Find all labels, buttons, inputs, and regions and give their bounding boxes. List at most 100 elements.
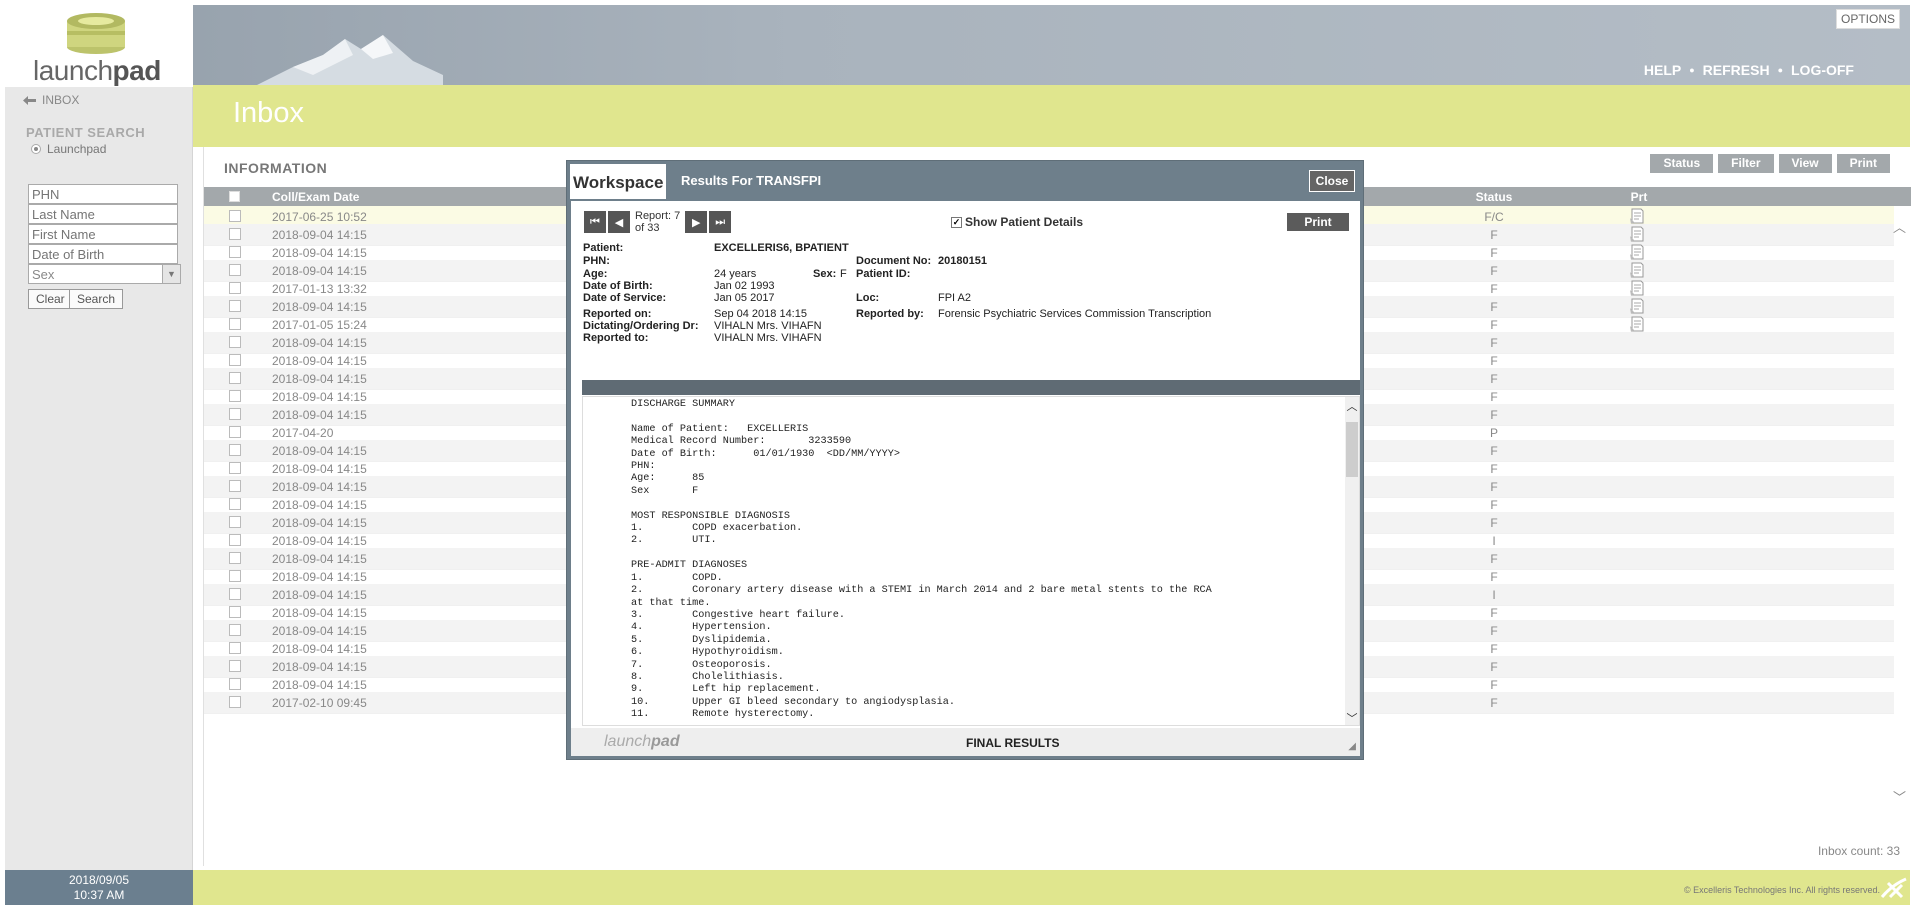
logoff-link[interactable]: LOG-OFF [1791,62,1854,78]
row-checkbox[interactable] [229,444,241,456]
cell-status: F [1490,678,1498,692]
row-checkbox[interactable] [229,624,241,636]
report-text: DISCHARGE SUMMARY Name of Patient: EXCEL… [631,399,1212,721]
dialog-print-button[interactable]: Print [1287,213,1349,231]
checkbox-checked-icon[interactable]: ✓ [951,216,962,228]
mountain-banner-image [257,35,443,85]
cell-date: 2018-09-04 14:15 [272,264,367,278]
view-button[interactable]: View [1778,154,1832,173]
column-header-prt[interactable]: Prt [1609,190,1669,204]
cell-status: F [1490,246,1498,260]
cell-date: 2018-09-04 14:15 [272,354,367,368]
row-checkbox[interactable] [229,570,241,582]
refresh-link[interactable]: REFRESH [1703,62,1770,78]
row-checkbox[interactable] [229,300,241,312]
row-checkbox[interactable] [229,516,241,528]
filter-button[interactable]: Filter [1718,154,1774,173]
row-checkbox[interactable] [229,390,241,402]
row-checkbox[interactable] [229,606,241,618]
row-checkbox[interactable] [229,318,241,330]
print-document-icon[interactable] [1629,280,1645,297]
previous-report-icon[interactable]: ◀ [608,211,630,233]
reported-to-value: VIHALN Mrs. VIHAFN [714,332,822,344]
last-report-icon[interactable]: ⏭ [709,211,732,233]
row-checkbox[interactable] [229,642,241,654]
column-header-date[interactable]: Coll/Exam Date [272,190,359,204]
row-checkbox[interactable] [229,552,241,564]
row-checkbox[interactable] [229,210,241,222]
print-document-icon[interactable] [1629,244,1645,261]
first-report-icon[interactable]: ⏮ [584,211,606,233]
show-patient-details-toggle[interactable]: ✓ Show Patient Details [951,215,1083,229]
status-button[interactable]: Status [1650,154,1714,173]
resize-grip-icon[interactable]: ◢ [1348,741,1356,752]
row-checkbox[interactable] [229,336,241,348]
cell-date: 2017-02-10 09:45 [272,696,367,710]
cell-date: 2018-09-04 14:15 [272,390,367,404]
next-report-icon[interactable]: ▶ [685,211,708,233]
row-checkbox[interactable] [229,660,241,672]
chevron-down-icon[interactable]: ﹀ [1345,710,1359,725]
select-all-checkbox[interactable] [229,191,240,202]
separator-dot-icon: ● [1777,65,1783,75]
report-content[interactable]: DISCHARGE SUMMARY Name of Patient: EXCEL… [582,396,1360,726]
row-checkbox[interactable] [229,588,241,600]
reported-on-label: Reported on: [583,308,652,320]
inbox-back-link[interactable]: INBOX [23,93,79,107]
sidebar: INBOX PATIENT SEARCH Launchpad Sex ▼ Cle… [5,87,193,870]
chevron-down-icon[interactable]: ﹀ [1893,787,1906,806]
workspace-tab[interactable]: Workspace [570,164,667,199]
row-checkbox[interactable] [229,678,241,690]
cell-date: 2018-09-04 14:15 [272,444,367,458]
age-value: 24 years [714,268,757,280]
print-document-icon[interactable] [1629,226,1645,243]
first-name-input[interactable] [28,224,178,244]
row-checkbox[interactable] [229,498,241,510]
close-button[interactable]: Close [1309,170,1355,192]
launchpad-radio[interactable]: Launchpad [31,142,106,156]
row-checkbox[interactable] [229,480,241,492]
cell-date: 2018-09-04 14:15 [272,678,367,692]
row-checkbox[interactable] [229,354,241,366]
help-link[interactable]: HELP [1644,62,1681,78]
dialog-subtitle: Results For TRANSFPI [681,173,822,188]
row-checkbox[interactable] [229,246,241,258]
row-checkbox[interactable] [229,408,241,420]
dialog-header: Workspace Results For TRANSFPI Close [567,161,1363,199]
print-document-icon[interactable] [1629,208,1645,225]
row-checkbox[interactable] [229,534,241,546]
cell-status: F [1490,408,1498,422]
chevron-down-icon[interactable]: ▼ [162,265,180,283]
column-header-status[interactable]: Status [1394,190,1594,204]
search-button[interactable]: Search [69,289,124,309]
row-checkbox[interactable] [229,696,241,708]
chevron-up-icon[interactable]: ︿ [1345,398,1359,414]
footer-logo: launchpad [604,733,680,750]
scrollbar-thumb[interactable] [1346,422,1358,477]
row-checkbox[interactable] [229,264,241,276]
row-checkbox[interactable] [229,462,241,474]
row-checkbox[interactable] [229,426,241,438]
radio-icon[interactable] [31,144,41,154]
last-name-input[interactable] [28,204,178,224]
phn-input[interactable] [28,184,178,204]
logo: launchpad [5,5,193,87]
clear-button[interactable]: Clear [28,289,73,309]
options-button[interactable]: OPTIONS [1835,9,1900,29]
print-button[interactable]: Print [1836,154,1890,173]
print-document-icon[interactable] [1629,298,1645,315]
reported-to-label: Reported to: [583,332,649,344]
row-checkbox[interactable] [229,228,241,240]
row-checkbox[interactable] [229,372,241,384]
cell-status: I [1492,534,1496,548]
report-scrollbar[interactable]: ︿ ﹀ [1345,397,1359,725]
print-document-icon[interactable] [1629,316,1645,333]
cell-date: 2018-09-04 14:15 [272,552,367,566]
row-checkbox[interactable] [229,282,241,294]
age-label: Age: [583,268,608,280]
patient-label: Patient: [583,242,624,254]
chevron-up-icon[interactable]: ︿ [1893,217,1906,236]
date-of-birth-input[interactable] [28,244,178,264]
print-document-icon[interactable] [1629,262,1645,279]
sex-select[interactable]: Sex ▼ [28,264,181,284]
